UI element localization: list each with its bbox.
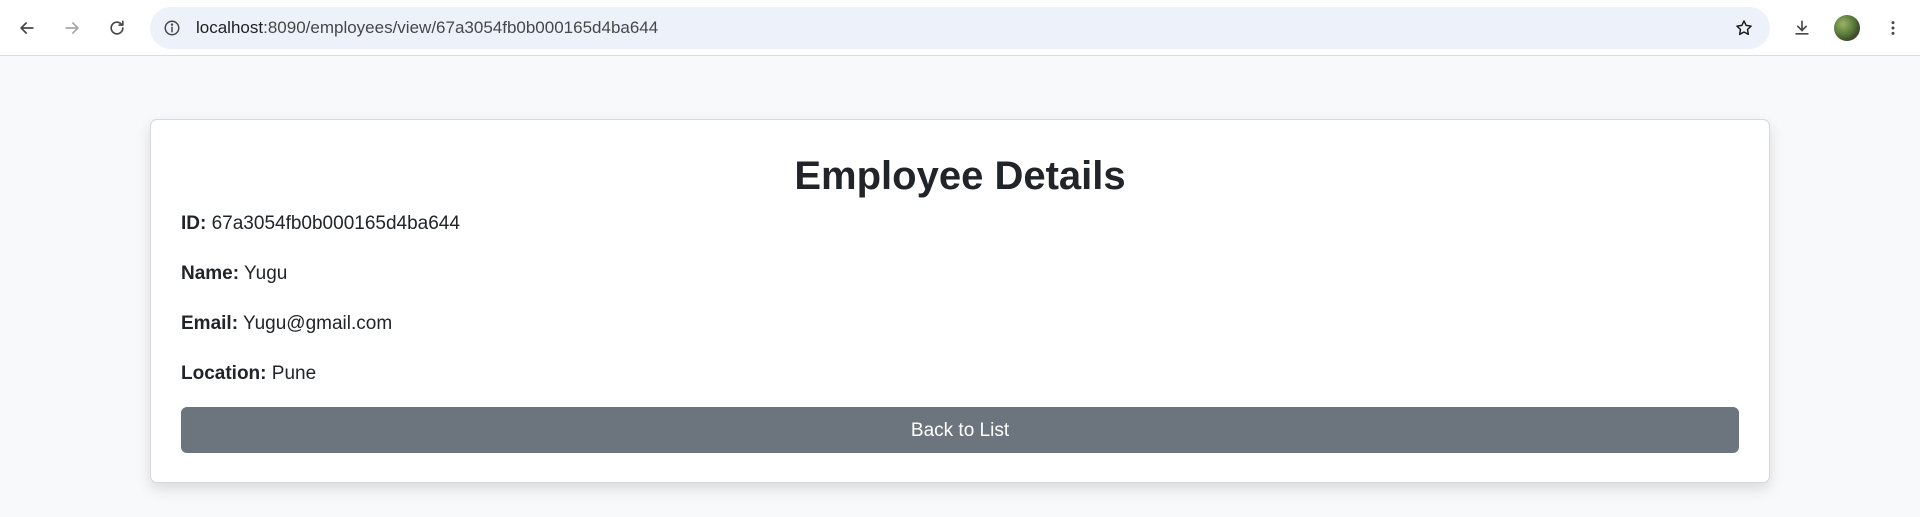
site-info-button[interactable]: [160, 16, 184, 40]
arrow-left-icon: [20, 22, 34, 34]
downloads-button[interactable]: [1786, 12, 1818, 44]
field-label: Name:: [181, 263, 240, 284]
browser-menu-button[interactable]: [1877, 12, 1909, 44]
profile-avatar[interactable]: [1834, 15, 1860, 41]
field-value: 67a3054fb0b000165d4ba644: [211, 213, 460, 234]
field-name: Name: Yugu: [181, 262, 287, 286]
bookmark-button[interactable]: [1732, 16, 1756, 40]
url-text[interactable]: localhost:8090/employees/view/67a3054fb0…: [196, 7, 658, 49]
field-email: Email: Yugu@gmail.com: [181, 312, 392, 336]
field-location: Location: Pune: [181, 362, 316, 386]
page-title: Employee Details: [794, 154, 1126, 198]
field-value: Yugu: [244, 263, 288, 284]
star-icon: [1736, 20, 1752, 36]
address-bar[interactable]: localhost:8090/employees/view/67a3054fb0…: [150, 7, 1770, 49]
url-path: :8090/employees/view/67a3054fb0b000165d4…: [263, 18, 659, 37]
url-host: localhost: [196, 18, 264, 37]
reload-button[interactable]: [101, 12, 133, 44]
employee-details-card: Employee Details ID: 67a3054fb0b000165d4…: [150, 119, 1770, 483]
download-icon: [1795, 20, 1809, 35]
arrow-right-icon: [65, 22, 79, 34]
back-to-list-button[interactable]: Back to List: [181, 407, 1739, 453]
info-icon: [164, 20, 180, 36]
more-vertical-icon: [1891, 21, 1895, 35]
browser-toolbar: localhost:8090/employees/view/67a3054fb0…: [0, 0, 1920, 56]
field-value: Yugu@gmail.com: [242, 313, 393, 334]
field-label: ID:: [181, 213, 207, 234]
field-label: Email:: [181, 313, 239, 334]
field-value: Pune: [271, 363, 317, 384]
reload-icon: [110, 20, 124, 35]
field-label: Location:: [181, 363, 267, 384]
forward-button[interactable]: [56, 12, 88, 44]
field-id: ID: 67a3054fb0b000165d4ba644: [181, 212, 460, 236]
back-button[interactable]: [11, 12, 43, 44]
